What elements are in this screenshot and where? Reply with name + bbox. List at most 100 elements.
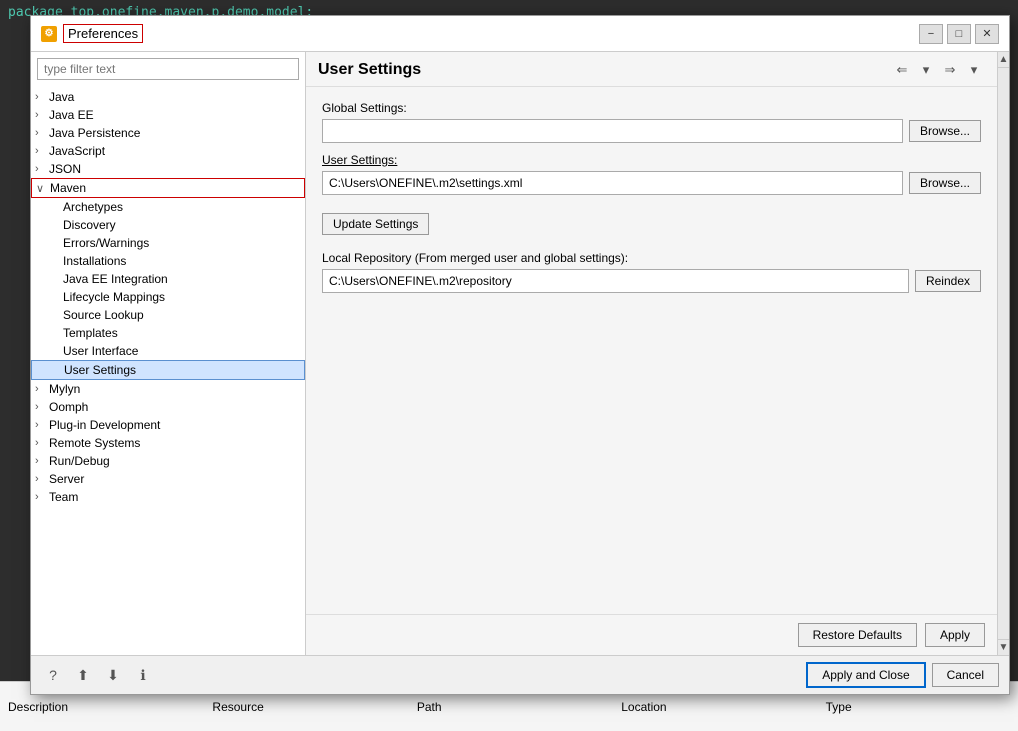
tree-label-archetypes: Archetypes (63, 200, 123, 214)
status-description-header: Description (8, 700, 192, 714)
tree-item-java-ee[interactable]: ›Java EE (31, 106, 305, 124)
local-repo-label: Local Repository (From merged user and g… (322, 251, 981, 265)
nav-dropdown2-button[interactable]: ▾ (963, 60, 985, 80)
minimize-button[interactable]: − (919, 24, 943, 44)
bottom-actions: ? ⬆ ⬇ ℹ Apply and Close Cancel (41, 662, 999, 688)
tree-item-errors-warnings[interactable]: Errors/Warnings (31, 234, 305, 252)
update-settings-row: Update Settings (322, 205, 981, 235)
right-scrollbar: ▲ ▼ (997, 52, 1009, 655)
scroll-down-arrow[interactable]: ▼ (998, 639, 1009, 655)
global-settings-input[interactable] (322, 119, 903, 143)
update-settings-button[interactable]: Update Settings (322, 213, 429, 235)
tree-item-archetypes[interactable]: Archetypes (31, 198, 305, 216)
tree-arrow-java: › (35, 91, 49, 103)
left-panel: ›Java›Java EE›Java Persistence›JavaScrip… (31, 52, 306, 655)
local-repo-input[interactable] (322, 269, 909, 293)
tree-item-run-debug[interactable]: ›Run/Debug (31, 452, 305, 470)
tree-item-java-ee-integration[interactable]: Java EE Integration (31, 270, 305, 288)
dialog-title: Preferences (63, 24, 143, 43)
global-settings-browse-button[interactable]: Browse... (909, 120, 981, 142)
nav-dropdown1-button[interactable]: ▾ (915, 60, 937, 80)
user-settings-label: User Settings: (322, 153, 981, 167)
right-panel: User Settings ⇐ ▾ ⇒ ▾ Global Settings: (306, 52, 997, 655)
tree-item-user-settings[interactable]: User Settings (31, 360, 305, 380)
global-settings-label: Global Settings: (322, 101, 981, 115)
tree-item-installations[interactable]: Installations (31, 252, 305, 270)
tree-item-json[interactable]: ›JSON (31, 160, 305, 178)
bottom-left-actions: ? ⬆ ⬇ ℹ (41, 663, 155, 687)
tree-arrow-run-debug: › (35, 455, 49, 467)
tree-label-javascript: JavaScript (49, 144, 105, 158)
reindex-button[interactable]: Reindex (915, 270, 981, 292)
tree-label-discovery: Discovery (63, 218, 116, 232)
title-bar: ⚙ Preferences − □ ✕ (31, 16, 1009, 52)
tree-item-remote-systems[interactable]: ›Remote Systems (31, 434, 305, 452)
cancel-button[interactable]: Cancel (932, 663, 999, 687)
tree-label-maven: Maven (50, 181, 86, 195)
window-controls: − □ ✕ (919, 24, 999, 44)
tree-item-plug-in-development[interactable]: ›Plug-in Development (31, 416, 305, 434)
tree-label-templates: Templates (63, 326, 118, 340)
right-body: Global Settings: Browse... User Settings… (306, 87, 997, 614)
tree-label-user-interface: User Interface (63, 344, 138, 358)
close-button[interactable]: ✕ (975, 24, 999, 44)
tree-item-server[interactable]: ›Server (31, 470, 305, 488)
tree-label-java-persistence: Java Persistence (49, 126, 140, 140)
tree-label-remote-systems: Remote Systems (49, 436, 140, 450)
local-repo-row: Local Repository (From merged user and g… (322, 251, 981, 293)
scroll-up-arrow[interactable]: ▲ (998, 52, 1009, 68)
tree-item-user-interface[interactable]: User Interface (31, 342, 305, 360)
restore-defaults-button[interactable]: Restore Defaults (798, 623, 917, 647)
tree-arrow-java-persistence: › (35, 127, 49, 139)
tree-label-lifecycle-mappings: Lifecycle Mappings (63, 290, 165, 304)
dialog-footer: ? ⬆ ⬇ ℹ Apply and Close Cancel (31, 655, 1009, 694)
tree-arrow-server: › (35, 473, 49, 485)
tree-item-discovery[interactable]: Discovery (31, 216, 305, 234)
tree-container[interactable]: ›Java›Java EE›Java Persistence›JavaScrip… (31, 86, 305, 655)
tree-item-java-persistence[interactable]: ›Java Persistence (31, 124, 305, 142)
status-type-header: Type (826, 700, 1010, 714)
local-repo-input-row: Reindex (322, 269, 981, 293)
nav-forward-button[interactable]: ⇒ (939, 60, 961, 80)
tree-arrow-team: › (35, 491, 49, 503)
user-settings-browse-button[interactable]: Browse... (909, 172, 981, 194)
tree-item-team[interactable]: ›Team (31, 488, 305, 506)
header-nav: ⇐ ▾ ⇒ ▾ (891, 60, 985, 80)
info-button[interactable]: ℹ (131, 663, 155, 687)
help-button[interactable]: ? (41, 663, 65, 687)
preferences-dialog: ⚙ Preferences − □ ✕ ›Java›Java EE›Java P… (30, 15, 1010, 695)
apply-button[interactable]: Apply (925, 623, 985, 647)
apply-and-close-button[interactable]: Apply and Close (806, 662, 925, 688)
right-panel-footer: Restore Defaults Apply (306, 614, 997, 655)
export-button[interactable]: ⬆ (71, 663, 95, 687)
tree-item-templates[interactable]: Templates (31, 324, 305, 342)
tree-label-server: Server (49, 472, 84, 486)
dialog-icon: ⚙ (41, 26, 57, 42)
tree-label-oomph: Oomph (49, 400, 88, 414)
tree-item-javascript[interactable]: ›JavaScript (31, 142, 305, 160)
tree-label-java: Java (49, 90, 74, 104)
status-location-header: Location (621, 700, 805, 714)
tree-arrow-remote-systems: › (35, 437, 49, 449)
dialog-content: ›Java›Java EE›Java Persistence›JavaScrip… (31, 52, 1009, 655)
tree-item-mylyn[interactable]: ›Mylyn (31, 380, 305, 398)
tree-arrow-java-ee: › (35, 109, 49, 121)
bottom-right-actions: Apply and Close Cancel (806, 662, 999, 688)
tree-item-source-lookup[interactable]: Source Lookup (31, 306, 305, 324)
tree-item-maven[interactable]: ∨Maven (31, 178, 305, 198)
user-settings-input-row: Browse... (322, 171, 981, 195)
tree-item-oomph[interactable]: ›Oomph (31, 398, 305, 416)
tree-label-java-ee: Java EE (49, 108, 94, 122)
tree-arrow-javascript: › (35, 145, 49, 157)
status-bar-columns: Description Resource Path Location Type (8, 700, 1010, 714)
tree-item-java[interactable]: ›Java (31, 88, 305, 106)
nav-back-button[interactable]: ⇐ (891, 60, 913, 80)
restore-button[interactable]: □ (947, 24, 971, 44)
user-settings-input[interactable] (322, 171, 903, 195)
tree-arrow-maven: ∨ (36, 182, 50, 195)
tree-label-mylyn: Mylyn (49, 382, 80, 396)
tree-item-lifecycle-mappings[interactable]: Lifecycle Mappings (31, 288, 305, 306)
filter-input[interactable] (37, 58, 299, 80)
tree-arrow-json: › (35, 163, 49, 175)
import-button[interactable]: ⬇ (101, 663, 125, 687)
